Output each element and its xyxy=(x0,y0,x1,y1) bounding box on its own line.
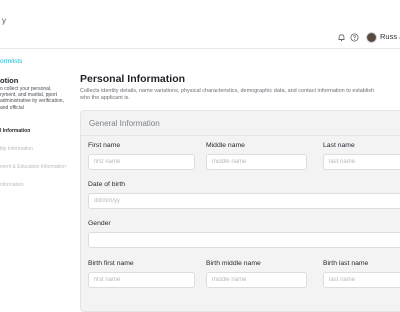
back-link[interactable]: ormlists xyxy=(0,58,22,65)
sidebar-step-personal[interactable]: l Information xyxy=(0,128,30,134)
card-header: General Information xyxy=(81,111,400,136)
gender-select[interactable] xyxy=(88,232,400,248)
birth-first-name-label: Birth first name xyxy=(88,260,134,267)
card-title: General Information xyxy=(89,119,160,128)
brand-name: y xyxy=(2,16,6,25)
avatar[interactable] xyxy=(366,32,377,43)
sidebar-step-identity[interactable]: tity Information xyxy=(0,146,33,152)
sidebar-description: o collect your personal, ryment, and mar… xyxy=(0,86,64,111)
bell-icon[interactable] xyxy=(337,33,346,42)
first-name-input[interactable] xyxy=(88,154,195,170)
birth-last-name-input[interactable] xyxy=(323,272,400,288)
birth-first-name-input[interactable] xyxy=(88,272,195,288)
birth-middle-name-label: Birth middle name xyxy=(206,260,261,267)
help-circle-icon[interactable] xyxy=(350,33,359,42)
user-name[interactable]: Russ Je xyxy=(380,32,400,41)
sidebar-step-employment[interactable]: ment & Education Information xyxy=(0,164,66,170)
general-information-card: General Information First name Middle na… xyxy=(80,110,400,312)
page-title: Personal Information xyxy=(80,73,186,85)
first-name-label: First name xyxy=(88,142,121,149)
middle-name-input[interactable] xyxy=(206,154,307,170)
last-name-label: Last name xyxy=(323,142,355,149)
last-name-input[interactable] xyxy=(323,154,400,170)
date-of-birth-input[interactable] xyxy=(88,193,400,209)
date-of-birth-label: Date of birth xyxy=(88,181,126,188)
page-description: Collects identity details, name variatio… xyxy=(80,88,375,101)
middle-name-label: Middle name xyxy=(206,142,245,149)
sidebar-title: otion xyxy=(0,76,19,85)
gender-label: Gender xyxy=(88,220,111,227)
top-bar: y Russ Je xyxy=(0,0,400,49)
birth-last-name-label: Birth last name xyxy=(323,260,369,267)
birth-middle-name-input[interactable] xyxy=(206,272,307,288)
sidebar-step-other[interactable]: nformation xyxy=(0,182,24,188)
